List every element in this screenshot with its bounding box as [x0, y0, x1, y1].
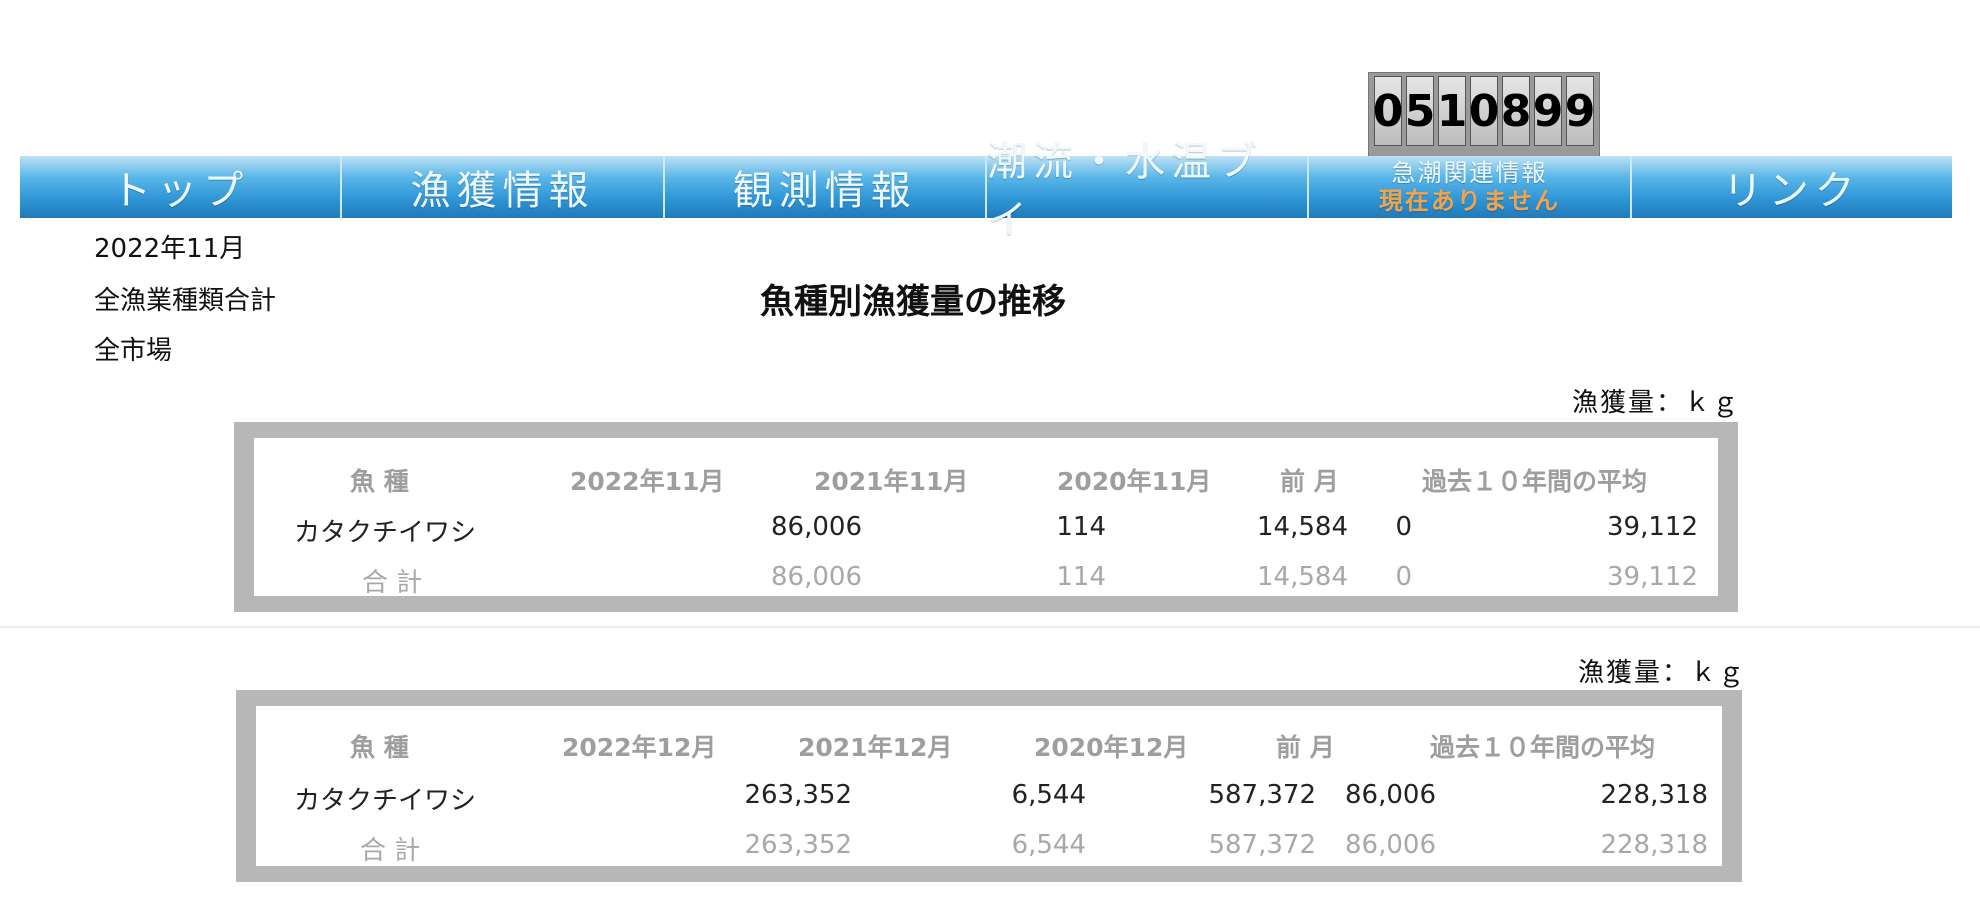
unit-label: 漁獲量：ｋｇ: [1578, 658, 1747, 688]
total-10yr-avg: 39,112: [1607, 562, 1698, 592]
col-header-prev-year: 2021年12月: [798, 733, 953, 762]
col-header-10yr-avg: 過去１０年間の平均: [1430, 733, 1656, 762]
col-header-two-years: 2020年11月: [1057, 467, 1212, 496]
total-two-years: 587,372: [1208, 830, 1316, 860]
total-prev-month: 86,006: [1345, 830, 1436, 860]
table-total-row: 合 計 86,006 114 14,584 0 39,112: [254, 562, 1718, 606]
col-header-prev-month: 前 月: [1276, 733, 1335, 762]
total-current: 86,006: [771, 562, 862, 592]
nav-rapid-tide-info[interactable]: 急潮関連情報 現在ありません: [1309, 156, 1632, 218]
nav-observation-info[interactable]: 観測情報: [665, 156, 987, 218]
value-10yr-avg: 228,318: [1600, 780, 1708, 810]
table-row: カタクチイワシ 263,352 6,544 587,372 86,006 228…: [256, 780, 1722, 824]
total-prev-month: 0: [1395, 562, 1412, 592]
section-divider: [0, 626, 1980, 628]
unit-label: 漁獲量：ｋｇ: [1572, 388, 1741, 418]
total-label: 合 計: [362, 568, 423, 598]
counter-digit: 9: [1533, 76, 1563, 146]
counter-digit: 0: [1469, 76, 1499, 146]
visitor-counter: 0 5 1 0 8 9 9: [1368, 72, 1600, 158]
col-header-current: 2022年11月: [570, 467, 725, 496]
table-row: カタクチイワシ 86,006 114 14,584 0 39,112: [254, 512, 1718, 556]
page-title: 魚種別漁獲量の推移: [760, 282, 1066, 322]
nav-top[interactable]: トップ: [20, 156, 343, 218]
nav-rapid-tide-notice: 現在ありません: [1378, 187, 1561, 215]
info-category: 全漁業種類合計: [94, 286, 277, 316]
total-current: 263,352: [744, 830, 852, 860]
total-10yr-avg: 228,318: [1600, 830, 1708, 860]
counter-digit: 1: [1437, 76, 1467, 146]
value-current: 86,006: [771, 512, 862, 542]
main-nav: トップ 漁獲情報 観測情報 潮流・水温ブイ 急潮関連情報 現在ありません リンク: [20, 139, 1952, 243]
value-prev-month: 86,006: [1345, 780, 1436, 810]
value-prev-year: 6,544: [1011, 780, 1086, 810]
col-header-10yr-avg: 過去１０年間の平均: [1422, 467, 1648, 496]
nav-catch-info[interactable]: 漁獲情報: [342, 156, 665, 218]
value-10yr-avg: 39,112: [1607, 512, 1698, 542]
value-two-years: 587,372: [1208, 780, 1316, 810]
value-two-years: 14,584: [1257, 512, 1348, 542]
col-header-prev-month: 前 月: [1280, 467, 1339, 496]
info-month: 2022年11月: [94, 234, 246, 264]
table-header-row: 魚 種 2022年12月 2021年12月 2020年12月 前 月 過去１０年…: [256, 728, 1722, 772]
col-header-species: 魚 種: [350, 467, 409, 496]
total-label: 合 計: [360, 836, 421, 866]
nav-rapid-tide-label: 急潮関連情報: [1391, 159, 1548, 187]
col-header-two-years: 2020年12月: [1034, 733, 1189, 762]
counter-digit: 0: [1373, 76, 1403, 146]
counter-digit: 9: [1565, 76, 1595, 146]
value-prev-month: 0: [1395, 512, 1412, 542]
table-header-row: 魚 種 2022年11月 2021年11月 2020年11月 前 月 過去１０年…: [254, 462, 1718, 506]
table-total-row: 合 計 263,352 6,544 587,372 86,006 228,318: [256, 830, 1722, 874]
species-name: カタクチイワシ: [294, 786, 477, 816]
species-name: カタクチイワシ: [294, 518, 477, 548]
total-two-years: 14,584: [1257, 562, 1348, 592]
col-header-species: 魚 種: [350, 733, 409, 762]
total-prev-year: 6,544: [1011, 830, 1086, 860]
col-header-prev-year: 2021年11月: [814, 467, 969, 496]
counter-digit: 8: [1501, 76, 1531, 146]
nav-links[interactable]: リンク: [1632, 156, 1952, 218]
value-current: 263,352: [744, 780, 852, 810]
info-market: 全市場: [94, 336, 173, 366]
value-prev-year: 114: [1056, 512, 1106, 542]
nav-current-water-temp-buoy[interactable]: 潮流・水温ブイ: [987, 139, 1310, 243]
counter-digit: 5: [1405, 76, 1435, 146]
col-header-current: 2022年12月: [562, 733, 717, 762]
total-prev-year: 114: [1056, 562, 1106, 592]
catch-table-december: 魚 種 2022年12月 2021年12月 2020年12月 前 月 過去１０年…: [236, 690, 1742, 882]
catch-table-november: 魚 種 2022年11月 2021年11月 2020年11月 前 月 過去１０年…: [234, 422, 1738, 612]
